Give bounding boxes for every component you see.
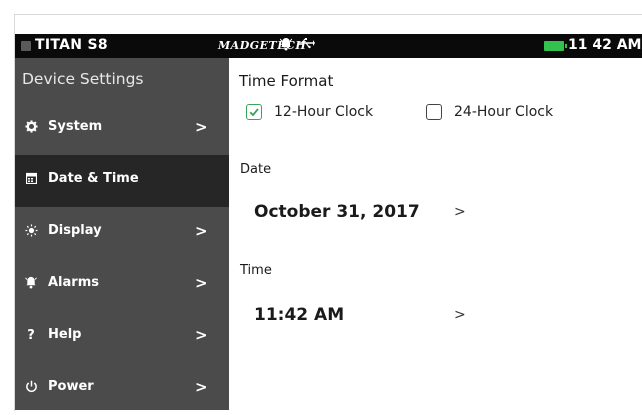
sidebar-item-display[interactable]: Display > (15, 207, 229, 259)
usb-icon (297, 37, 315, 53)
12-hour-checkbox[interactable] (246, 104, 262, 120)
24-hour-checkbox[interactable] (426, 104, 442, 120)
time-chevron-icon[interactable]: > (454, 307, 466, 323)
chevron-right-icon: > (195, 222, 208, 240)
date-time-panel: Time Format 12-Hour Clock 24-Hour Clock … (229, 58, 642, 410)
device-name: TITAN S8 (35, 37, 108, 53)
battery-icon (544, 41, 567, 51)
sidebar-item-help[interactable]: ? Help > (15, 311, 229, 363)
sidebar-item-label: System (48, 119, 103, 134)
alarm-bell-icon (279, 37, 293, 55)
status-bar: TITAN S8 MADGETECH 11 42 AM (15, 34, 642, 58)
sidebar-item-label: Display (48, 223, 102, 238)
sidebar-item-system[interactable]: System > (15, 103, 229, 155)
calendar-icon (24, 172, 38, 188)
power-icon (24, 380, 38, 396)
date-value[interactable]: October 31, 2017 (254, 202, 420, 222)
brand-logo: MADGETECH (218, 39, 307, 52)
time-value[interactable]: 11:42 AM (254, 305, 344, 325)
status-indicator-icon (21, 41, 31, 51)
chevron-right-icon: > (195, 326, 208, 344)
12-hour-label[interactable]: 12-Hour Clock (274, 104, 373, 120)
chevron-right-icon: > (195, 378, 208, 396)
sidebar-item-label: Date & Time (48, 171, 139, 186)
time-format-label: Time Format (239, 72, 334, 90)
24-hour-label[interactable]: 24-Hour Clock (454, 104, 553, 120)
chevron-right-icon: > (195, 274, 208, 292)
sidebar-item-label: Power (48, 379, 94, 394)
chevron-right-icon: > (195, 118, 208, 136)
sidebar-title: Device Settings (22, 70, 144, 88)
sidebar-item-date-time[interactable]: Date & Time (15, 155, 243, 207)
date-chevron-icon[interactable]: > (454, 204, 466, 220)
alarm-bell-icon (24, 276, 38, 292)
status-time: 11 42 AM (568, 37, 642, 53)
date-label: Date (240, 162, 272, 177)
sun-icon (24, 224, 38, 240)
settings-sidebar: Device Settings System > Date & Time Dis… (15, 58, 243, 410)
sidebar-item-alarms[interactable]: Alarms > (15, 259, 229, 311)
sidebar-item-label: Help (48, 327, 82, 342)
sidebar-item-label: Alarms (48, 275, 99, 290)
time-label: Time (240, 263, 272, 278)
sidebar-item-power[interactable]: Power > (15, 363, 229, 415)
gear-icon (24, 120, 38, 136)
question-icon: ? (27, 328, 35, 343)
